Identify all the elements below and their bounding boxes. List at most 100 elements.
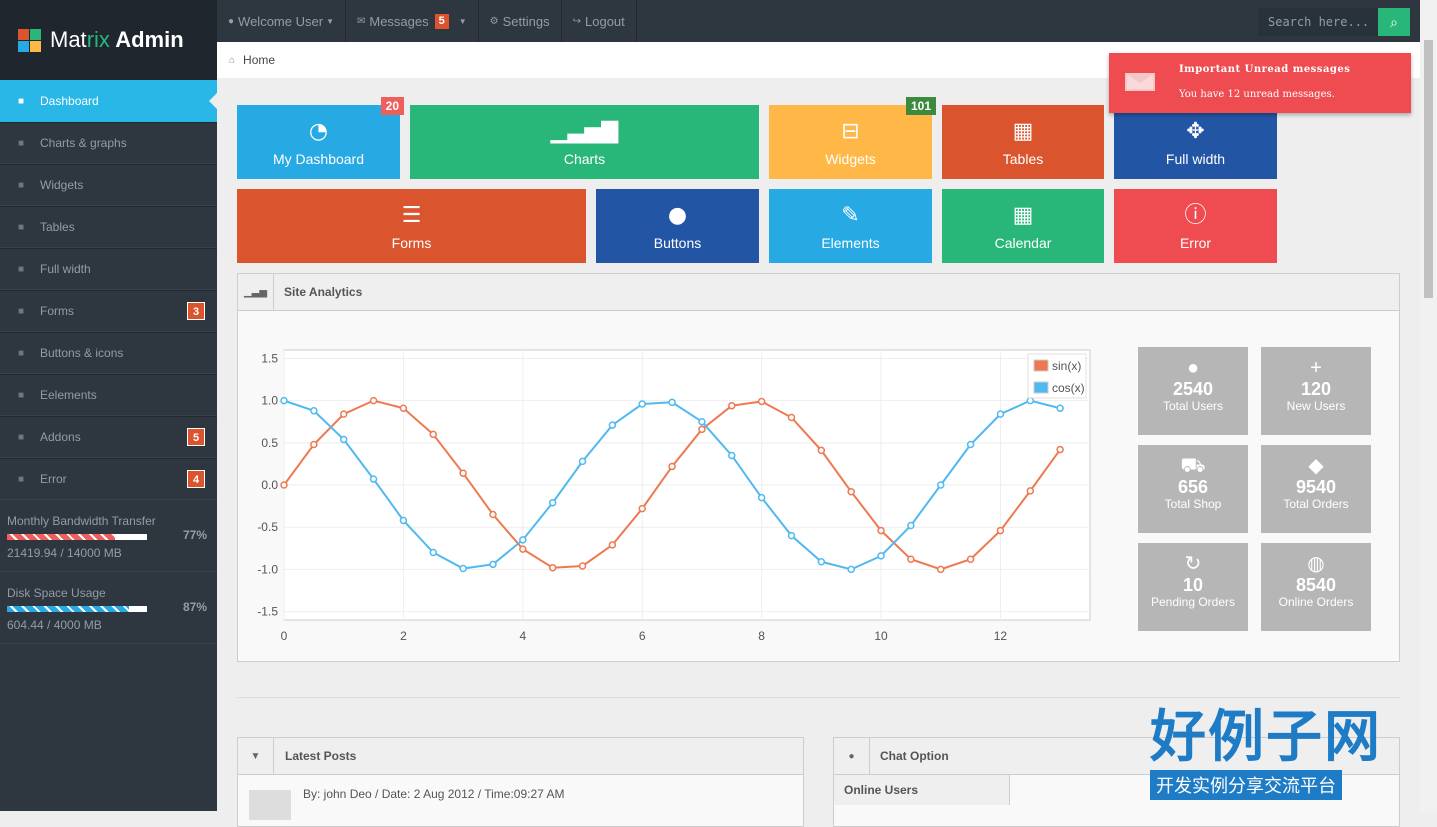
y-tick-label: 1.0 — [261, 394, 278, 408]
y-tick-label: -0.5 — [257, 520, 278, 534]
info-icon: ■ — [17, 473, 25, 485]
logo-text-a: Mat — [50, 27, 87, 52]
tile-error[interactable]: ⓘ Error — [1114, 189, 1277, 263]
tile-full-width[interactable]: ✥ Full width — [1114, 105, 1277, 179]
sidebar-nav: ■ Dashboard ■ Charts & graphs ■ Widgets ■ Table… — [0, 80, 217, 644]
legend-swatch — [1033, 359, 1049, 372]
settings-link[interactable]: ⚙ Settings — [479, 0, 562, 42]
tile-label: Buttons — [653, 235, 702, 251]
data-point — [966, 555, 975, 563]
stat-total-users[interactable]: ● 2540 Total Users — [1138, 347, 1248, 435]
data-point — [698, 417, 706, 426]
data-point — [847, 488, 855, 496]
data-point — [1026, 487, 1035, 495]
logout-link[interactable]: ↪ Logout — [562, 0, 637, 42]
tile-charts[interactable]: ▁▃▅▇ Charts — [410, 105, 759, 179]
stat-online-orders[interactable]: ◍ 8540 Online Orders — [1261, 543, 1371, 631]
notification-title: Important Unread messages — [1179, 64, 1351, 75]
sidebar-item-addons[interactable]: ■ Addons 5 — [0, 416, 217, 458]
data-point — [578, 457, 587, 466]
legend-swatch — [1033, 381, 1049, 394]
cart-icon: ⛟ — [1180, 455, 1206, 477]
data-point — [548, 563, 557, 572]
tile-forms[interactable]: ☰ Forms — [237, 189, 586, 263]
data-point — [459, 564, 467, 573]
data-point — [339, 410, 348, 418]
share-icon: ↪ — [572, 15, 582, 27]
data-point — [1026, 396, 1035, 405]
avatar — [249, 790, 291, 820]
tile-tables[interactable]: ▦ Tables — [942, 105, 1104, 179]
sidebar-item-forms[interactable]: ■ Forms 3 — [0, 290, 217, 332]
welcome-user-menu[interactable]: ● Welcome User ▼ — [217, 0, 346, 42]
search-input[interactable]: Search here... — [1258, 8, 1378, 36]
sidebar-item-buttons-icons[interactable]: ■ Buttons & icons — [0, 332, 217, 374]
sidebar-badge: 5 — [187, 428, 205, 446]
sidebar-item-eelements[interactable]: ■ Eelements — [0, 374, 217, 416]
data-point — [608, 421, 617, 429]
tint-icon: ● — [667, 203, 688, 228]
list-icon: ☰ — [401, 203, 422, 228]
data-point — [519, 536, 527, 544]
tile-my-dashboard[interactable]: ◔ My Dashboard 20 — [237, 97, 404, 179]
user-icon: ● — [1186, 357, 1200, 379]
stat-total-orders[interactable]: ◆ 9540 Total Orders — [1261, 445, 1371, 533]
data-point — [787, 531, 796, 540]
data-point — [429, 548, 438, 557]
unread-messages-notification[interactable]: Important Unread messages You have 12 un… — [1109, 53, 1411, 113]
tile-buttons[interactable]: ● Buttons — [596, 189, 759, 263]
breadcrumb-home[interactable]: Home — [243, 53, 275, 67]
meter-label: Disk Space Usage — [7, 586, 106, 600]
data-point — [489, 510, 497, 519]
usage-meter: Monthly Bandwidth Transfer 21419.94 / 140… — [0, 500, 217, 572]
app-logo[interactable]: Matrix Admin — [0, 0, 217, 80]
sidebar-item-label: Addons — [40, 430, 81, 444]
meter-fill — [7, 534, 115, 540]
stat-value: 120 — [1300, 379, 1332, 399]
tag-icon: ◆ — [1308, 455, 1324, 477]
data-point — [638, 400, 646, 408]
data-point — [847, 565, 855, 574]
divider — [237, 697, 1400, 698]
tint-icon: ■ — [17, 347, 25, 359]
meter-percent: 87% — [182, 600, 207, 614]
data-point — [817, 446, 826, 455]
scrollbar-thumb[interactable] — [1424, 40, 1433, 298]
scrollbar[interactable] — [1420, 0, 1437, 811]
top-navbar: ● Welcome User ▼ ✉ Messages 5 ▼ ⚙ Settings ↪ Lo… — [217, 0, 1437, 42]
chevron-down-icon[interactable]: ▼ — [238, 737, 274, 775]
data-point — [1056, 404, 1064, 412]
list-icon: ■ — [17, 305, 25, 317]
sidebar-item-error[interactable]: ■ Error 4 — [0, 458, 217, 500]
search-button[interactable]: ⌕ — [1378, 8, 1410, 36]
tile-badge: 20 — [380, 97, 404, 115]
user-icon: ● — [228, 15, 235, 27]
post-meta: By: john Deo / Date: 2 Aug 2012 / Time:0… — [303, 787, 565, 801]
tile-widgets[interactable]: ⊟ Widgets 101 — [769, 97, 936, 179]
stat-label: New Users — [1286, 399, 1346, 413]
sidebar-item-charts-graphs[interactable]: ■ Charts & graphs — [0, 122, 217, 164]
y-tick-label: 0.5 — [261, 436, 278, 450]
stat-pending-orders[interactable]: ↻ 10 Pending Orders — [1138, 543, 1248, 631]
data-point — [996, 526, 1005, 535]
welcome-label: Welcome User — [238, 13, 324, 29]
widget-title: Site Analytics — [284, 285, 363, 299]
sidebar-item-full-width[interactable]: ■ Full width — [0, 248, 217, 290]
stat-label: Pending Orders — [1150, 595, 1236, 609]
data-point — [519, 545, 527, 553]
y-tick-label: -1.0 — [257, 562, 278, 576]
sidebar-item-widgets[interactable]: ■ Widgets — [0, 164, 217, 206]
fullscreen-icon: ■ — [17, 263, 25, 275]
cog-icon: ⚙ — [489, 15, 499, 27]
stat-label: Total Users — [1162, 399, 1224, 413]
tile-elements[interactable]: ✎ Elements — [769, 189, 932, 263]
stat-value: 9540 — [1295, 477, 1337, 497]
sidebar-item-tables[interactable]: ■ Tables — [0, 206, 217, 248]
stat-new-users[interactable]: +120 New Users — [1261, 347, 1371, 435]
sidebar-item-dashboard[interactable]: ■ Dashboard — [0, 80, 217, 122]
stat-total-shop[interactable]: ⛟ 656 Total Shop — [1138, 445, 1248, 533]
data-point — [728, 451, 736, 460]
messages-menu[interactable]: ✉ Messages 5 ▼ — [346, 0, 479, 42]
inbox-icon: ■ — [17, 179, 25, 191]
tile-calendar[interactable]: ▦ Calendar — [942, 189, 1104, 263]
